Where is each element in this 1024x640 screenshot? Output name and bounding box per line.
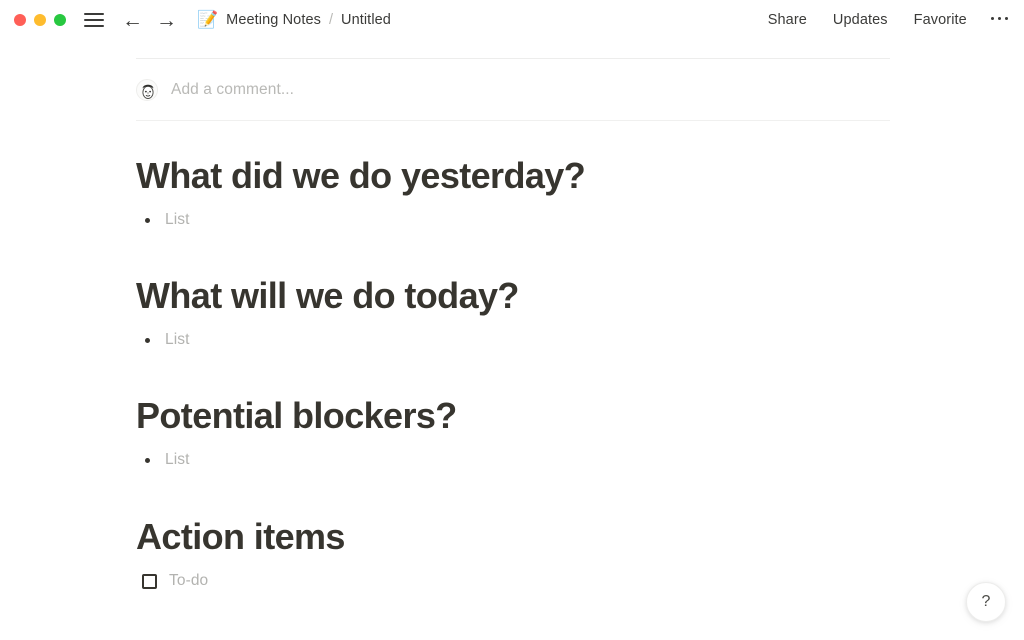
list-item-label[interactable]: List (165, 211, 190, 229)
page-emoji-icon[interactable]: 📝 (197, 11, 218, 28)
checkbox-icon[interactable] (142, 573, 157, 589)
share-button[interactable]: Share (768, 12, 807, 28)
close-window-button[interactable] (14, 14, 26, 26)
document-canvas: Add a comment... What did we do yesterda… (0, 29, 1024, 640)
favorite-button[interactable]: Favorite (914, 12, 967, 28)
updates-button[interactable]: Updates (833, 12, 888, 28)
maximize-window-button[interactable] (54, 14, 66, 26)
help-question-mark-icon: ? (981, 593, 991, 610)
heading-what-did-we-do-yesterday: What did we do yesterday? (136, 155, 586, 196)
todo-item-label[interactable]: To-do (169, 572, 208, 590)
heading-action-items: Action items (136, 516, 345, 557)
todo-item[interactable]: To-do (136, 572, 208, 590)
back-arrow-icon[interactable]: ← (122, 10, 143, 31)
more-options-icon[interactable] (990, 16, 1008, 23)
comment-input-placeholder[interactable]: Add a comment... (171, 81, 294, 99)
breadcrumb-parent[interactable]: Meeting Notes (226, 12, 321, 28)
title-bar: ← → 📝 Meeting Notes / Untitled Share Upd… (0, 0, 1024, 41)
list-item[interactable]: List (136, 451, 190, 469)
window-controls (14, 14, 66, 26)
comment-divider-top (136, 58, 890, 59)
list-item[interactable]: List (136, 331, 190, 349)
minimize-window-button[interactable] (34, 14, 46, 26)
list-item-label[interactable]: List (165, 451, 190, 469)
bullet-icon (145, 337, 150, 343)
breadcrumb-current[interactable]: Untitled (341, 12, 391, 28)
bullet-icon (145, 457, 150, 463)
titlebar-actions: Share Updates Favorite (742, 12, 1008, 28)
list-item[interactable]: List (136, 211, 190, 229)
hamburger-menu-icon[interactable] (84, 13, 104, 27)
avatar (136, 79, 158, 101)
heading-potential-blockers: Potential blockers? (136, 395, 457, 436)
comment-divider-bottom (136, 120, 890, 121)
bullet-icon (145, 217, 150, 223)
breadcrumb-separator: / (328, 12, 333, 28)
list-item-label[interactable]: List (165, 331, 190, 349)
add-comment-row[interactable]: Add a comment... (136, 79, 294, 101)
forward-arrow-icon[interactable]: → (156, 10, 177, 31)
heading-what-will-we-do-today: What will we do today? (136, 275, 519, 316)
help-button[interactable]: ? (966, 582, 1006, 622)
